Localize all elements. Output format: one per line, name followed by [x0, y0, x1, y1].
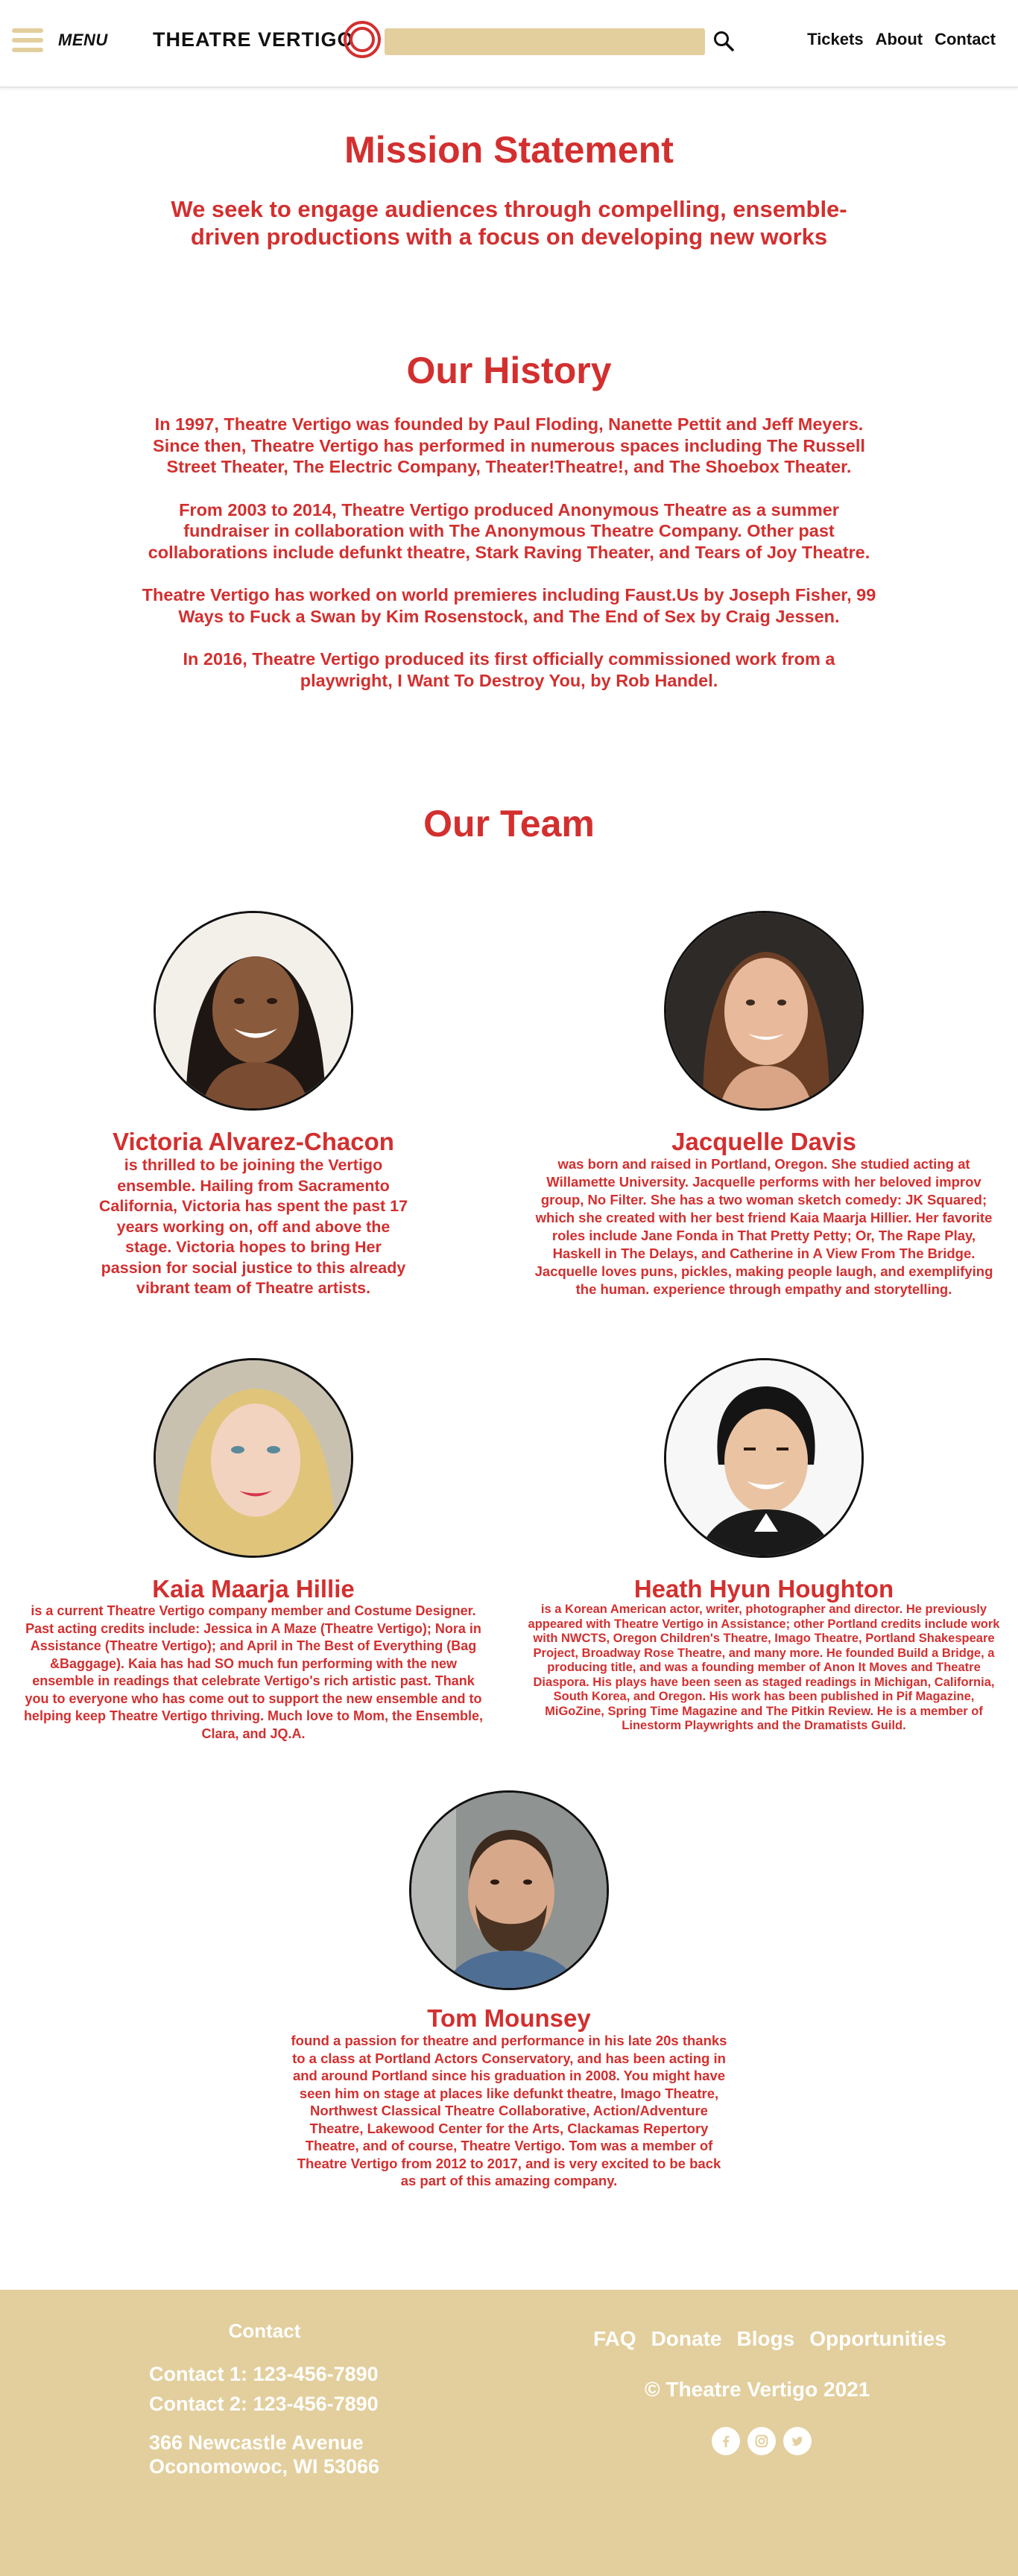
history-paragraph: In 2016, Theatre Vertigo produced its fi… — [183, 649, 835, 690]
member-name: Tom Mounsey — [427, 2004, 591, 2032]
avatar — [409, 1790, 609, 1990]
footer-link-blogs[interactable]: Blogs — [736, 2327, 794, 2351]
team-member-card: Kaia Maarja Hillie is a current Theatre … — [22, 1358, 484, 1743]
hamburger-menu-icon — [12, 28, 43, 52]
team-member-card: Victoria Alvarez-Chacon is thrilled to b… — [89, 911, 417, 1299]
nav-about[interactable]: About — [876, 30, 923, 49]
address-line-1: 366 Newcastle Avenue — [149, 2431, 364, 2454]
site-header: MENU THEATRE VERTIGO Tickets About Conta… — [0, 0, 1018, 88]
nav-contact[interactable]: Contact — [935, 30, 996, 49]
menu-label: MENU — [58, 31, 108, 49]
logo-text: THEATRE VERTIGO — [153, 28, 354, 51]
history-paragraph: In 1997, Theatre Vertigo was founded by … — [153, 414, 865, 476]
member-bio: is a Korean American actor, writer, phot… — [528, 1603, 1000, 1732]
mission-text: We seek to engage audiences through comp… — [171, 196, 847, 250]
footer-link-opportunities[interactable]: Opportunities — [809, 2327, 946, 2351]
facebook-icon[interactable] — [712, 2427, 740, 2455]
team-title: Our Team — [423, 803, 595, 845]
mission-title: Mission Statement — [344, 129, 674, 171]
member-bio: was born and raised in Portland, Oregon.… — [534, 1156, 993, 1297]
history-title: Our History — [406, 350, 612, 391]
search-icon[interactable] — [712, 30, 735, 52]
team-member-card: Jacquelle Davis was born and raised in P… — [533, 911, 995, 1298]
copyright: © Theatre Vertigo 2021 — [645, 2378, 870, 2401]
team-member-card: Heath Hyun Houghton is a Korean American… — [525, 1358, 1002, 1734]
history-paragraph: Theatre Vertigo has worked on world prem… — [142, 585, 876, 626]
footer-links: FAQ Donate Blogs Opportunities — [593, 2327, 946, 2351]
instagram-icon[interactable] — [747, 2427, 776, 2455]
main-nav: Tickets About Contact — [807, 30, 996, 49]
search-input[interactable] — [385, 28, 705, 55]
logo-spiral-icon — [343, 21, 381, 58]
history-paragraph: From 2003 to 2014, Theatre Vertigo produ… — [148, 499, 870, 562]
member-name: Jacquelle Davis — [671, 1128, 856, 1155]
avatar — [154, 1358, 353, 1558]
menu-button[interactable]: MENU — [12, 28, 108, 52]
member-bio: is thrilled to be joining the Vertigo en… — [98, 1156, 408, 1297]
footer-link-faq[interactable]: FAQ — [593, 2327, 636, 2351]
avatar — [664, 911, 864, 1111]
address-line-2: Oconomowoc, WI 53066 — [149, 2455, 380, 2478]
member-bio: is a current Theatre Vertigo company mem… — [23, 1603, 484, 1741]
contact-phone-2[interactable]: Contact 2: 123-456-7890 — [149, 2393, 379, 2416]
footer-link-donate[interactable]: Donate — [651, 2327, 722, 2351]
member-name: Heath Hyun Houghton — [633, 1575, 894, 1603]
twitter-icon[interactable] — [783, 2427, 812, 2455]
site-footer: Contact Contact 1: 123-456-7890 Contact … — [0, 2290, 1018, 2576]
contact-phone-1[interactable]: Contact 1: 123-456-7890 — [149, 2363, 379, 2386]
member-bio: found a passion for theatre and performa… — [291, 2033, 727, 2188]
social-links — [712, 2427, 812, 2455]
contact-title: Contact — [228, 2320, 301, 2342]
member-name: Victoria Alvarez-Chacon — [113, 1128, 394, 1155]
avatar — [154, 911, 353, 1111]
team-member-card: Tom Mounsey found a passion for theatre … — [283, 1790, 735, 2190]
avatar — [664, 1358, 864, 1558]
member-name: Kaia Maarja Hillie — [152, 1575, 355, 1603]
site-logo[interactable]: THEATRE VERTIGO — [153, 21, 381, 58]
history-body: In 1997, Theatre Vertigo was founded by … — [136, 414, 882, 713]
nav-tickets[interactable]: Tickets — [807, 30, 863, 49]
